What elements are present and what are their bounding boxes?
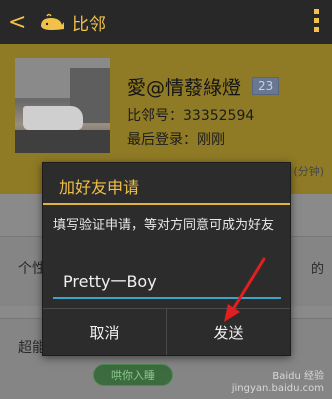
avatar[interactable] xyxy=(15,58,110,153)
watermark-line1: Baidu 经验 xyxy=(272,371,324,382)
profile-name: 愛@情蕟綠燈 xyxy=(127,77,242,99)
top-bar: < 比邻 xyxy=(0,0,332,44)
dialog-title-divider xyxy=(43,203,290,205)
minute-label: (分钟) xyxy=(293,165,324,178)
app-title: 比邻 xyxy=(72,14,106,35)
watermark-line2: jingyan.baidu.com xyxy=(231,383,324,394)
profile-id: 比邻号：33352594 xyxy=(127,108,255,124)
back-icon[interactable]: < xyxy=(8,10,32,35)
dialog-message: 填写验证申请，等对方同意可成为好友 xyxy=(53,218,275,233)
whale-icon xyxy=(38,12,66,32)
last-login: 最后登录：刚刚 xyxy=(127,132,225,148)
watermark: Baidu 经验 jingyan.baidu.com xyxy=(232,371,324,395)
red-arrow-icon xyxy=(224,257,266,322)
dialog-title: 加好友申请 xyxy=(59,178,140,197)
cancel-button[interactable]: 取消 xyxy=(43,309,166,355)
sleep-tag: 哄你入睡 xyxy=(93,364,173,386)
overflow-menu-icon[interactable] xyxy=(314,9,320,36)
signature-text-tail: 的 xyxy=(310,262,324,277)
age-badge: 23 xyxy=(252,77,280,95)
